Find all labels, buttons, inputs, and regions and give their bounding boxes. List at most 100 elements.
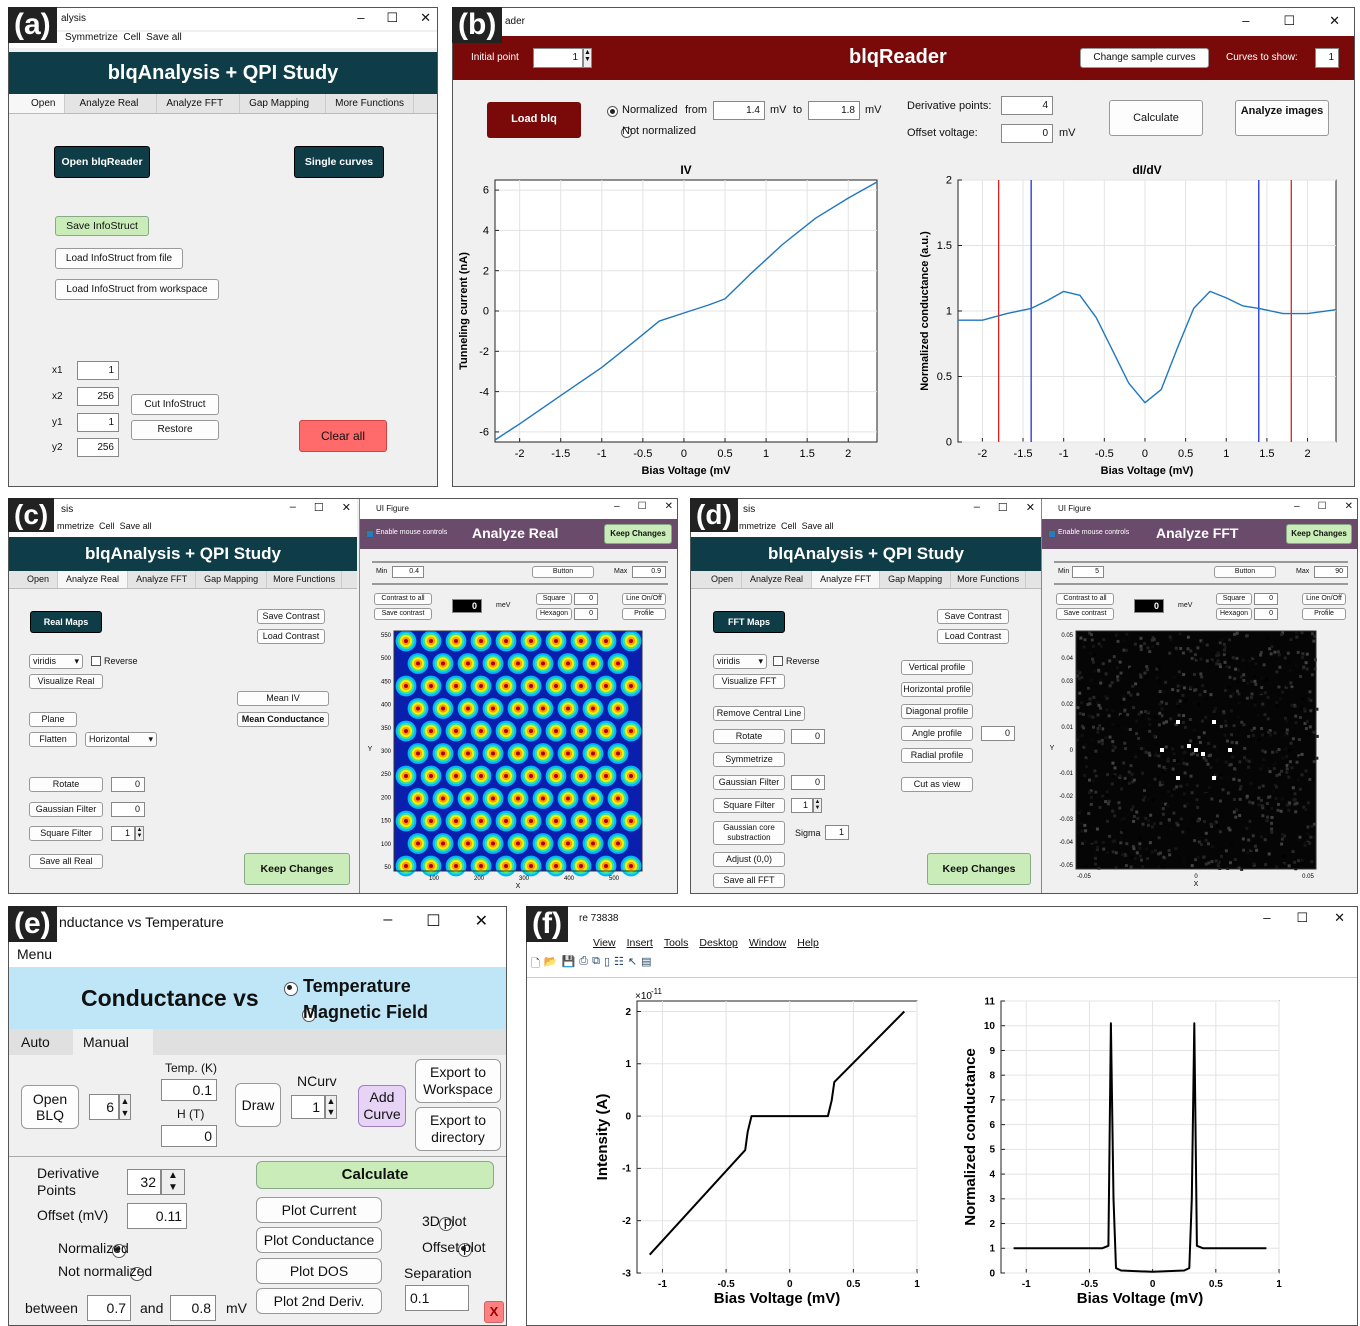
offset-voltage-field[interactable]: 0 xyxy=(1001,124,1053,143)
load-infostruct-workspace-button[interactable]: Load InfoStruct from workspace xyxy=(55,279,219,300)
gaussian-filter-field[interactable]: 0 xyxy=(111,802,145,817)
menu-view[interactable]: View xyxy=(593,937,616,949)
export-directory-button[interactable]: Export to directory xyxy=(415,1107,501,1151)
x2-field[interactable]: 256 xyxy=(77,387,119,406)
tab-gap-mapping[interactable]: Gap Mapping xyxy=(880,571,952,588)
square-button[interactable]: Square xyxy=(536,593,572,605)
close-icon[interactable]: ✕ xyxy=(1026,501,1035,514)
adjust-button[interactable]: Adjust (0,0) xyxy=(713,852,785,867)
cut-as-view-button[interactable]: Cut as view xyxy=(901,777,973,792)
close-icon[interactable]: ✕ xyxy=(1345,501,1353,512)
ncurv-count-spinner[interactable]: ▲ ▼ xyxy=(325,1095,337,1119)
initial-point-spinner[interactable]: ▲ ▼ xyxy=(583,48,592,68)
save-contrast-button[interactable]: Save Contrast xyxy=(937,609,1009,624)
change-sample-curves-button[interactable]: Change sample curves xyxy=(1080,48,1209,68)
angle-profile-field[interactable]: 0 xyxy=(981,726,1015,741)
load-infostruct-file-button[interactable]: Load InfoStruct from file xyxy=(55,248,183,269)
menu-cell[interactable]: Cell xyxy=(99,521,115,531)
max-slider[interactable] xyxy=(372,583,668,585)
minimize-icon[interactable]: – xyxy=(290,501,296,514)
derivative-points-spinner[interactable]: ▲ ▼ xyxy=(161,1169,185,1195)
rotate-field[interactable]: 0 xyxy=(111,777,145,792)
slider-button[interactable]: Button xyxy=(532,566,594,578)
ncurv-spinner[interactable]: ▲ ▼ xyxy=(119,1094,131,1120)
square-filter-spinner[interactable]: ▲ ▼ xyxy=(135,826,144,841)
contrast-to-all-button[interactable]: Contrast to all xyxy=(374,593,432,605)
direction-dropdown[interactable]: Horizontal ▾ xyxy=(85,732,157,747)
menu-cell[interactable]: Cell xyxy=(123,32,140,43)
minimize-icon[interactable]: – xyxy=(1242,13,1249,29)
tab-analyze-real[interactable]: Analyze Real xyxy=(742,571,813,588)
tab-open[interactable]: Open xyxy=(9,571,59,588)
colormap-dropdown[interactable]: viridis ▾ xyxy=(29,654,83,669)
real-maps-button[interactable]: Real Maps xyxy=(30,611,102,633)
close-icon[interactable]: ✕ xyxy=(420,10,431,26)
min-field[interactable]: 5 xyxy=(1072,566,1104,578)
between-to-field[interactable]: 0.8 xyxy=(170,1295,216,1321)
menu-symmetrize[interactable]: Symmetrize xyxy=(65,32,118,43)
tab-manual[interactable]: Manual xyxy=(73,1029,153,1055)
profile-button[interactable]: Profile xyxy=(1302,608,1346,620)
initial-point-field[interactable]: 1 xyxy=(533,48,583,68)
tab-more-functions[interactable]: More Functions xyxy=(326,94,415,113)
square-filter-field[interactable]: 1 xyxy=(111,826,135,841)
maximize-icon[interactable]: ☐ xyxy=(998,501,1008,514)
save-icon[interactable]: 💾 xyxy=(562,955,576,973)
property-icon[interactable]: ▤ xyxy=(641,955,651,973)
tab-gap-mapping[interactable]: Gap Mapping xyxy=(196,571,268,588)
symmetrize-button[interactable]: Symmetrize xyxy=(713,752,785,767)
figure-keep-changes-button[interactable]: Keep Changes xyxy=(1286,524,1352,544)
maximize-icon[interactable]: ☐ xyxy=(314,501,324,514)
tab-open[interactable]: Open xyxy=(691,571,743,588)
center-value-field[interactable]: 0 xyxy=(1134,599,1164,613)
ncurv-count-field[interactable]: 1 xyxy=(291,1095,325,1119)
ncurv-field[interactable]: 6 xyxy=(89,1094,119,1120)
menu-save-all[interactable]: Save all xyxy=(146,32,182,43)
clear-all-button[interactable]: Clear all xyxy=(299,420,387,452)
print-icon[interactable]: ⎙ xyxy=(579,955,588,973)
keep-changes-button[interactable]: Keep Changes xyxy=(927,853,1031,885)
minimize-icon[interactable]: – xyxy=(614,501,620,512)
minimize-icon[interactable]: – xyxy=(383,911,392,931)
load-blq-button[interactable]: Load blq xyxy=(487,102,581,138)
menu-save-all[interactable]: Save all xyxy=(802,521,834,531)
normalized-radio[interactable] xyxy=(607,105,618,117)
square-field[interactable]: 0 xyxy=(574,593,598,605)
draw-button[interactable]: Draw xyxy=(235,1083,281,1127)
rotate-field[interactable]: 0 xyxy=(791,729,825,744)
y1-field[interactable]: 1 xyxy=(77,413,119,432)
menu-save-all[interactable]: Save all xyxy=(120,521,152,531)
square-filter-field[interactable]: 1 xyxy=(791,798,813,813)
from-field[interactable]: 1.4 xyxy=(713,101,765,120)
tab-gap-mapping[interactable]: Gap Mapping xyxy=(240,94,327,113)
temp-field[interactable]: 0.1 xyxy=(161,1079,217,1101)
save-all-fft-button[interactable]: Save all FFT xyxy=(713,873,785,888)
flatten-button[interactable]: Flatten xyxy=(29,732,77,747)
tab-more-functions[interactable]: More Functions xyxy=(951,571,1027,588)
temperature-radio[interactable] xyxy=(284,982,298,997)
maximize-icon[interactable]: ☐ xyxy=(1283,13,1295,29)
tab-auto[interactable]: Auto xyxy=(21,1034,50,1050)
menu-cell[interactable]: Cell xyxy=(781,521,797,531)
plot-2nd-deriv-button[interactable]: Plot 2nd Deriv. xyxy=(256,1288,382,1314)
enable-mouse-checkbox[interactable] xyxy=(366,530,374,538)
vertical-profile-button[interactable]: Vertical profile xyxy=(901,660,973,675)
save-contrast-button[interactable]: Save contrast xyxy=(374,608,432,620)
keep-changes-button[interactable]: Keep Changes xyxy=(244,853,350,885)
sigma-field[interactable]: 1 xyxy=(825,825,849,840)
menu-tools[interactable]: Tools xyxy=(664,937,689,949)
hexagon-field[interactable]: 0 xyxy=(574,608,598,620)
cut-infostruct-button[interactable]: Cut InfoStruct xyxy=(131,394,219,415)
square-field[interactable]: 0 xyxy=(1254,593,1278,605)
tab-analyze-fft[interactable]: Analyze FFT xyxy=(812,571,881,588)
square-filter-spinner[interactable]: ▲ ▼ xyxy=(813,798,822,813)
menu-symmetrize[interactable]: mmetrize xyxy=(57,521,94,531)
tab-open[interactable]: Open xyxy=(9,94,66,113)
analyze-images-button[interactable]: Analyze images xyxy=(1235,100,1329,136)
close-button[interactable]: X xyxy=(484,1301,504,1323)
fft-maps-button[interactable]: FFT Maps xyxy=(713,611,785,633)
slider-button[interactable]: Button xyxy=(1214,566,1276,578)
angle-profile-button[interactable]: Angle profile xyxy=(901,726,973,741)
load-contrast-button[interactable]: Load Contrast xyxy=(257,629,325,644)
remove-central-line-button[interactable]: Remove Central Line xyxy=(713,706,805,721)
